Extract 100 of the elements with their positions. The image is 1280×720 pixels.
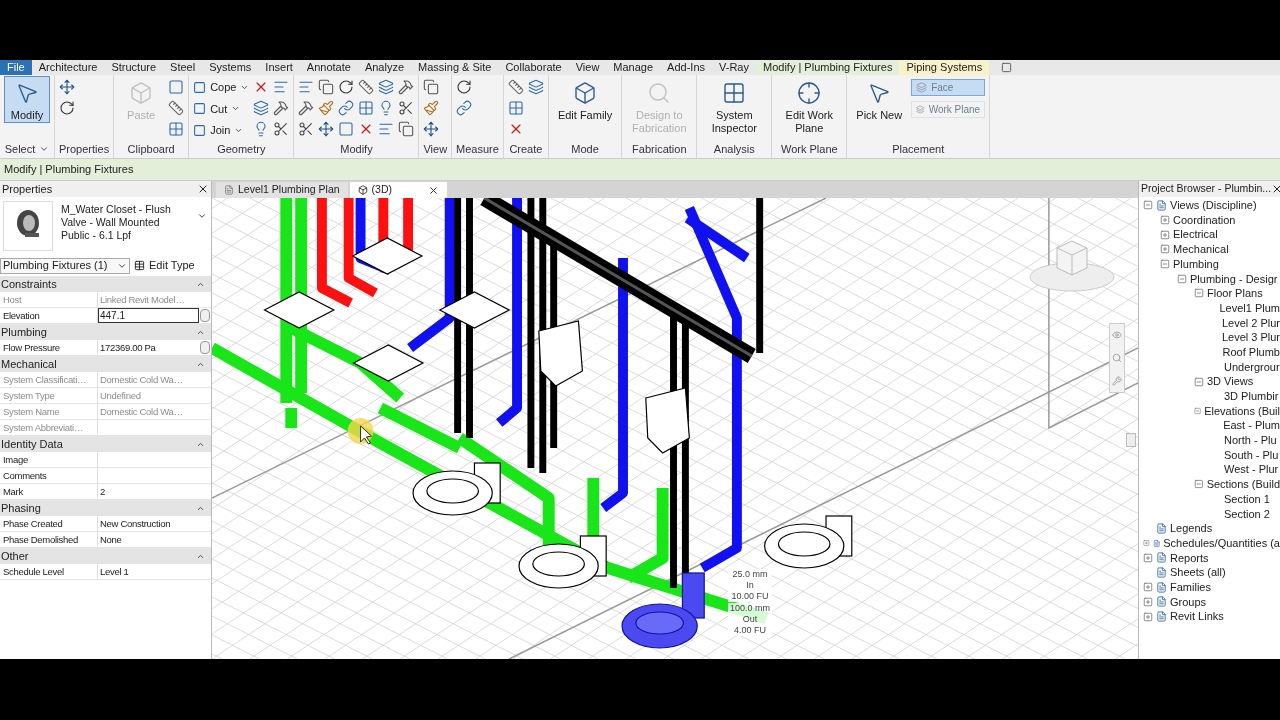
tree-item[interactable]: Plumbing xyxy=(1173,255,1219,273)
expand-icon[interactable] xyxy=(1160,229,1170,240)
copy-icon[interactable] xyxy=(318,79,335,95)
panel-title[interactable]: Placement xyxy=(847,140,990,158)
tree-item[interactable]: Revit Links xyxy=(1170,608,1224,625)
panel-title[interactable]: Analysis xyxy=(697,140,772,158)
view-tab[interactable]: (3D) xyxy=(349,182,447,198)
ribbon-button[interactable]: Edit Family xyxy=(552,76,618,123)
tree-item[interactable]: Plumbing - Desigr xyxy=(1190,270,1278,288)
rotate-icon[interactable] xyxy=(59,100,75,116)
ribbon-button[interactable]: Join xyxy=(193,122,244,139)
minimize-ribbon-icon[interactable] xyxy=(1001,62,1013,73)
ribbon-tab[interactable]: Steel xyxy=(163,60,203,75)
ribbon-tab[interactable]: File xyxy=(0,60,32,75)
ruler-icon[interactable] xyxy=(507,79,524,95)
scissors-icon[interactable] xyxy=(398,100,415,116)
tree-item[interactable]: Electrical xyxy=(1173,226,1218,243)
link-icon[interactable] xyxy=(338,100,355,116)
collapse-icon[interactable] xyxy=(1194,376,1204,387)
tree-item[interactable]: Undergrour xyxy=(1224,358,1280,376)
rotate-icon[interactable] xyxy=(338,79,355,95)
tree-item[interactable]: South - Plu xyxy=(1224,446,1279,464)
ribbon-tab[interactable]: Add-Ins xyxy=(660,60,713,75)
ribbon-tab[interactable]: Piping Systems xyxy=(899,60,990,75)
tree-item[interactable]: Legends xyxy=(1170,520,1213,537)
ribbon-button[interactable]: Pick New xyxy=(851,76,908,123)
panel-title[interactable]: Mode xyxy=(548,140,622,158)
collapse-icon[interactable] xyxy=(1177,273,1187,284)
panel-title[interactable]: Work Plane xyxy=(772,140,847,158)
ribbon-tab[interactable]: V-Ray xyxy=(712,60,756,75)
group-header[interactable]: Constraints xyxy=(0,276,211,292)
panel-title[interactable]: Measure xyxy=(452,140,503,158)
tree-item[interactable]: Sections (Build xyxy=(1206,476,1280,493)
hammer-icon[interactable] xyxy=(398,79,415,95)
expand-icon[interactable] xyxy=(1143,596,1153,607)
move-icon[interactable] xyxy=(318,121,335,137)
panel-title[interactable]: Properties xyxy=(55,140,114,158)
group-header[interactable]: Other xyxy=(0,548,211,564)
align-icon[interactable] xyxy=(378,121,395,137)
scissors-icon[interactable] xyxy=(273,121,290,137)
tree-item[interactable]: Roof Plumb xyxy=(1222,343,1280,361)
panel-title[interactable]: Geometry xyxy=(189,140,294,158)
grid-icon[interactable] xyxy=(358,100,375,116)
ribbon-tab[interactable]: Manage xyxy=(606,60,661,75)
close-icon[interactable] xyxy=(1271,183,1280,195)
tree-item[interactable]: 3D Plumbir xyxy=(1224,388,1279,405)
panel-title[interactable]: Create xyxy=(503,140,548,158)
layers-icon[interactable] xyxy=(253,100,270,116)
caret-icon[interactable] xyxy=(197,211,207,221)
property-input[interactable]: 447.1 xyxy=(98,308,199,323)
grid-icon[interactable] xyxy=(507,100,524,116)
close-icon[interactable] xyxy=(197,183,209,195)
ribbon-button[interactable]: Modify xyxy=(4,76,50,123)
value-button[interactable] xyxy=(200,341,210,354)
group-header[interactable]: Mechanical xyxy=(0,356,211,372)
tree-item[interactable]: Families xyxy=(1170,578,1211,596)
ribbon-button[interactable]: Cope xyxy=(193,79,250,96)
tree-item[interactable]: North - Plu xyxy=(1224,432,1277,449)
layers-icon[interactable] xyxy=(378,79,395,95)
ribbon-tab[interactable]: Massing & Site xyxy=(411,60,499,75)
collapse-icon[interactable] xyxy=(1143,200,1153,211)
value-button[interactable] xyxy=(200,309,210,322)
ribbon-tab[interactable]: Structure xyxy=(104,60,164,75)
panel-title[interactable]: Clipboard xyxy=(114,140,189,158)
align-icon[interactable] xyxy=(273,79,290,95)
tree-item[interactable]: 3D Views xyxy=(1207,373,1254,390)
tree-item[interactable]: Section 2 xyxy=(1224,505,1270,523)
tree-item[interactable]: Floor Plans xyxy=(1207,285,1263,302)
move-icon[interactable] xyxy=(59,79,75,95)
ribbon-button[interactable]: Cut xyxy=(193,100,241,117)
tree-item[interactable]: Reports xyxy=(1170,549,1209,567)
ribbon-button[interactable]: System Inspector xyxy=(701,76,768,136)
paintbrush-icon[interactable] xyxy=(318,100,335,116)
move-icon[interactable] xyxy=(423,121,440,137)
collapse-icon[interactable] xyxy=(1160,259,1170,270)
expand-icon[interactable] xyxy=(1143,582,1153,593)
group-header[interactable]: Phasing xyxy=(0,500,211,516)
hammer-icon[interactable] xyxy=(273,100,290,116)
ribbon-tab[interactable]: Annotate xyxy=(299,60,358,75)
expand-icon[interactable] xyxy=(1160,215,1170,226)
panel-title[interactable]: Select xyxy=(0,140,54,158)
group-header[interactable]: Identity Data xyxy=(0,436,211,452)
tree-item[interactable]: Views (Discipline) xyxy=(1170,197,1257,214)
tree-item[interactable]: West - Plur xyxy=(1224,461,1279,478)
align-icon[interactable] xyxy=(298,79,315,95)
ribbon-tab[interactable]: View xyxy=(568,60,607,75)
layers-icon[interactable] xyxy=(527,79,544,95)
group-header[interactable]: Plumbing xyxy=(0,324,211,340)
tree-item[interactable]: Mechanical xyxy=(1173,241,1229,258)
view-tab[interactable]: Level1 Plumbing Plan xyxy=(216,182,348,198)
edit-type-button[interactable]: Edit Type xyxy=(134,257,195,274)
ruler-icon[interactable] xyxy=(358,79,375,95)
scissors-icon[interactable] xyxy=(298,121,315,137)
collapse-icon[interactable] xyxy=(1194,288,1204,299)
ribbon-tab[interactable]: Modify | Plumbing Fixtures xyxy=(756,60,900,75)
collapse-icon[interactable] xyxy=(1194,479,1204,490)
ribbon-button[interactable]: Edit Work Plane xyxy=(776,76,843,136)
tree-item[interactable]: Sheets (all) xyxy=(1170,564,1226,581)
tree-item[interactable]: Elevations (Buil xyxy=(1204,402,1280,420)
panel-title[interactable]: Modify xyxy=(294,140,419,158)
